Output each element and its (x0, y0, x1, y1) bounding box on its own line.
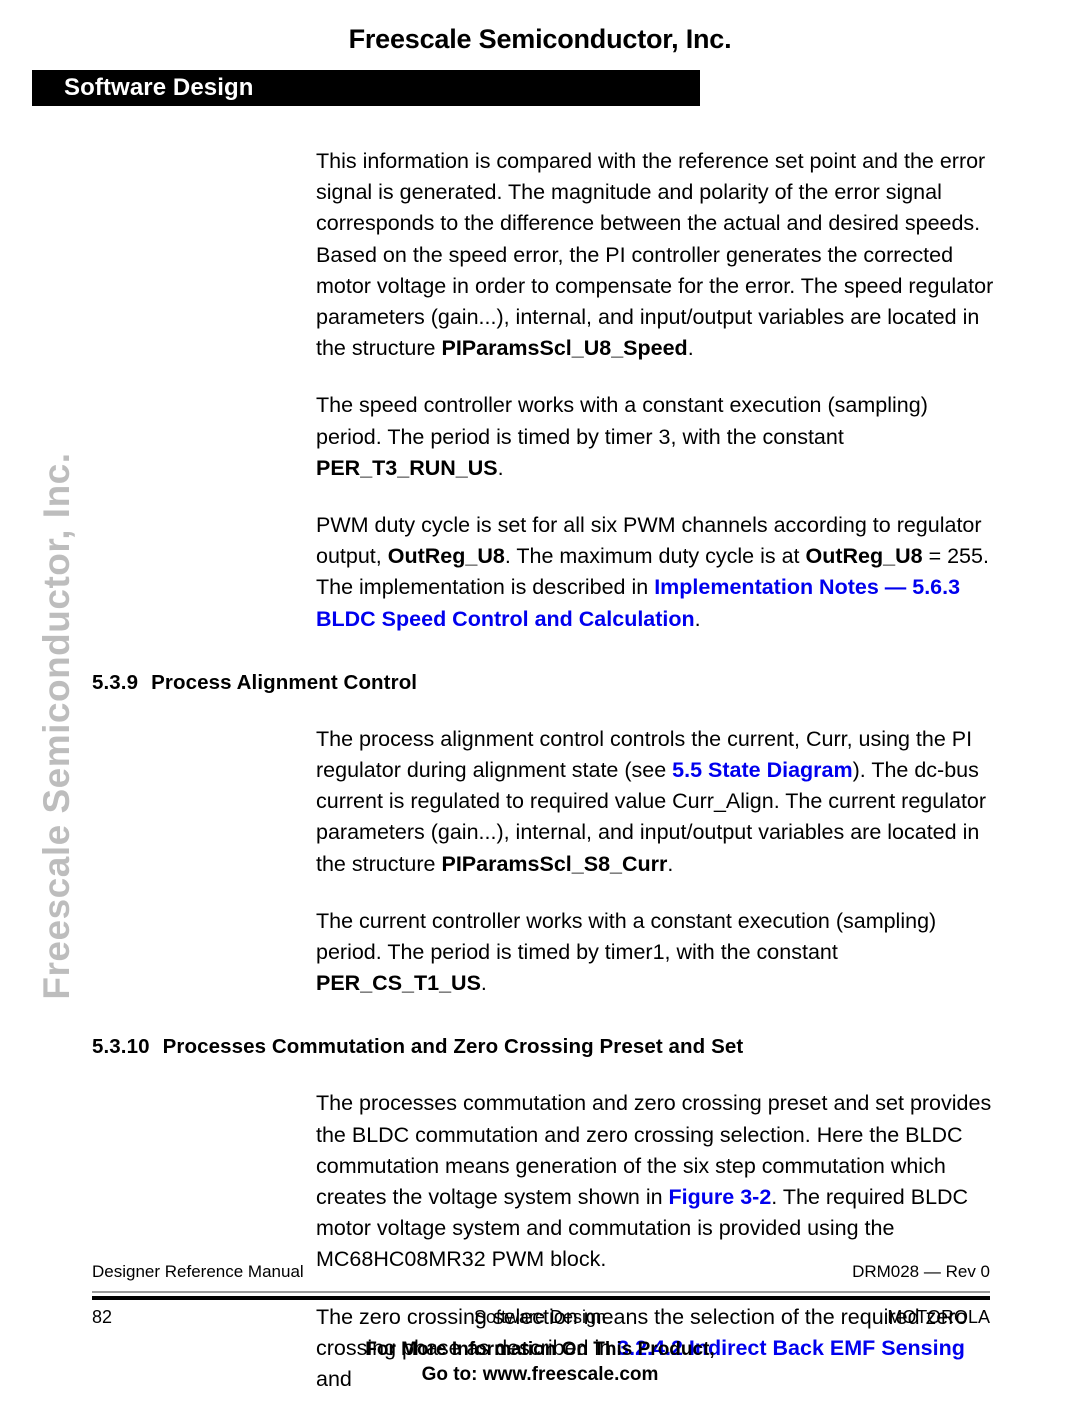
p1-text-1: This information is compared with the re… (316, 149, 994, 361)
footer-rule-thick (92, 1296, 990, 1300)
page-footer: Designer Reference Manual DRM028 — Rev 0 (0, 1262, 1080, 1288)
footer-manual-name: Designer Reference Manual (92, 1262, 304, 1281)
p3-var-name-2: OutReg_U8 (805, 544, 923, 569)
p4-struct-name: PIParamsScl_S8_Curr (441, 851, 668, 876)
p2-text-1: The speed controller works with a consta… (316, 393, 928, 449)
p2-text-2: . (497, 455, 504, 480)
footer-top-row: Designer Reference Manual DRM028 — Rev 0 (0, 1262, 1080, 1288)
p5-text-2: . (480, 971, 487, 996)
footer-brand: MOTOROLA (887, 1307, 990, 1327)
section-number-5-3-10: 5.3.10 (92, 1035, 150, 1059)
paragraph-4: The process alignment control controls t… (0, 724, 1080, 880)
p3-text-2: . The maximum duty cycle is at (504, 544, 806, 569)
section-heading-5-3-9: 5.3.9 Process Alignment Control (0, 671, 1080, 695)
paragraph-2: The speed controller works with a consta… (0, 390, 1080, 484)
p5-text-1: The current controller works with a cons… (316, 908, 937, 965)
p5-constant-name: PER_CS_T1_US (316, 971, 481, 996)
footer-rule-thin (92, 1291, 990, 1293)
cross-reference-link-state-diagram[interactable]: 5.5 State Diagram (672, 758, 852, 782)
p1-text-2: . (687, 336, 694, 361)
p1-struct-name: PIParamsScl_U8_Speed (441, 336, 688, 361)
paragraph-1: This information is compared with the re… (0, 146, 1080, 364)
p4-text-3: . (667, 851, 674, 876)
p3-text-4: . (694, 606, 701, 631)
section-title-5-3-9: Process Alignment Control (151, 670, 418, 694)
paragraph-3: PWM duty cycle is set for all six PWM ch… (0, 510, 1080, 635)
page-content: This information is compared with the re… (0, 146, 1080, 1421)
p3-var-name-1: OutReg_U8 (387, 544, 505, 569)
paragraph-5: The current controller works with a cons… (0, 906, 1080, 1000)
chapter-title: Software Design (64, 74, 254, 101)
footer-doc-revision: DRM028 — Rev 0 (852, 1262, 990, 1281)
p2-constant-name: PER_T3_RUN_US (316, 455, 498, 480)
footer-bottom-row: 82 Software Design MOTOROLA (0, 1307, 1080, 1333)
section-title-5-3-10: Processes Commutation and Zero Crossing … (162, 1035, 744, 1059)
footer-promo: For More Information On This Product, Go… (0, 1337, 1080, 1387)
footer-promo-line-2: Go to: www.freescale.com (421, 1364, 659, 1385)
paragraph-6: The processes commutation and zero cross… (0, 1088, 1080, 1275)
section-number-5-3-9: 5.3.9 (92, 670, 139, 694)
cross-reference-link-figure-3-2[interactable]: Figure 3-2 (669, 1185, 772, 1209)
page-top-title: Freescale Semiconductor, Inc. (348, 24, 732, 54)
section-heading-5-3-10: 5.3.10 Processes Commutation and Zero Cro… (0, 1035, 1080, 1059)
footer-promo-line-1: For More Information On This Product, (365, 1339, 715, 1360)
